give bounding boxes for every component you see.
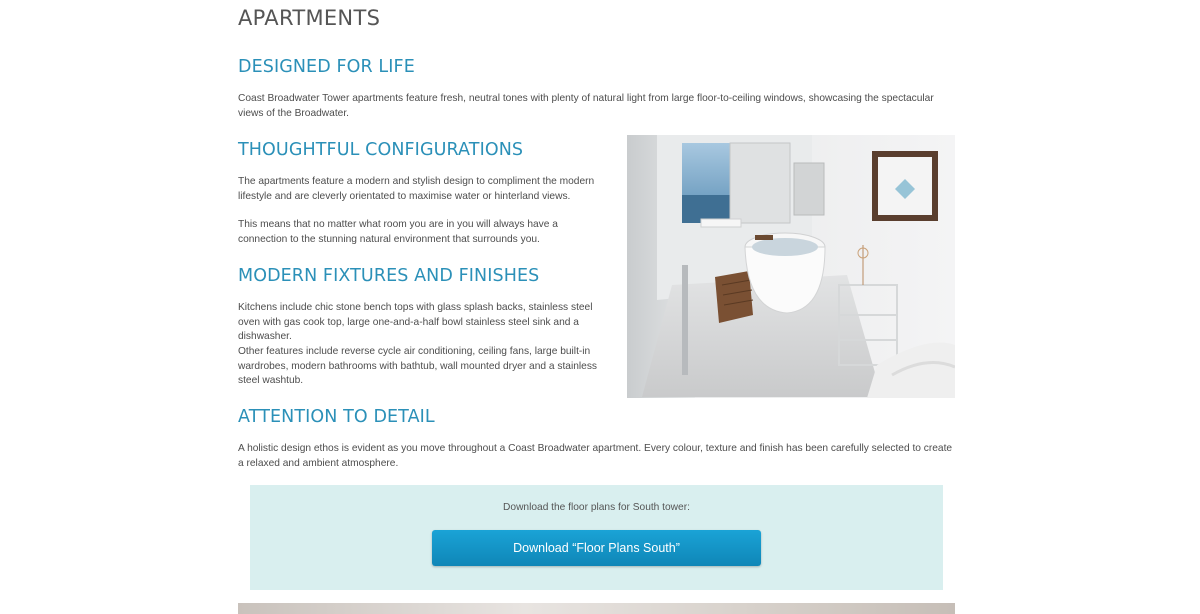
next-section-image	[238, 603, 955, 614]
download-panel: Download the floor plans for South tower…	[250, 485, 943, 590]
section-heading-fixtures: MODERN FIXTURES AND FINISHES	[238, 266, 540, 286]
section-text-configurations-1: The apartments feature a modern and styl…	[238, 176, 595, 202]
section-heading-configurations: THOUGHTFUL CONFIGURATIONS	[238, 140, 524, 160]
bathroom-photo	[627, 135, 955, 398]
section-heading-detail: ATTENTION TO DETAIL	[238, 407, 435, 427]
section-heading-designed: DESIGNED FOR LIFE	[238, 57, 415, 77]
download-floor-plans-button[interactable]: Download “Floor Plans South”	[432, 530, 761, 566]
section-text-detail: A holistic design ethos is evident as yo…	[238, 443, 953, 469]
section-text-fixtures-2: Other features include reverse cycle air…	[238, 346, 598, 387]
section-text-fixtures-1: Kitchens include chic stone bench tops w…	[238, 302, 593, 343]
download-label: Download the floor plans for South tower…	[503, 502, 690, 513]
section-text-designed: Coast Broadwater Tower apartments featur…	[238, 93, 934, 119]
page: APARTMENTS DESIGNED FOR LIFE Coast Broad…	[0, 0, 1200, 614]
section-text-configurations-2: This means that no matter what room you …	[238, 219, 558, 245]
page-title: APARTMENTS	[238, 6, 381, 30]
bathroom-illustration	[627, 135, 955, 398]
